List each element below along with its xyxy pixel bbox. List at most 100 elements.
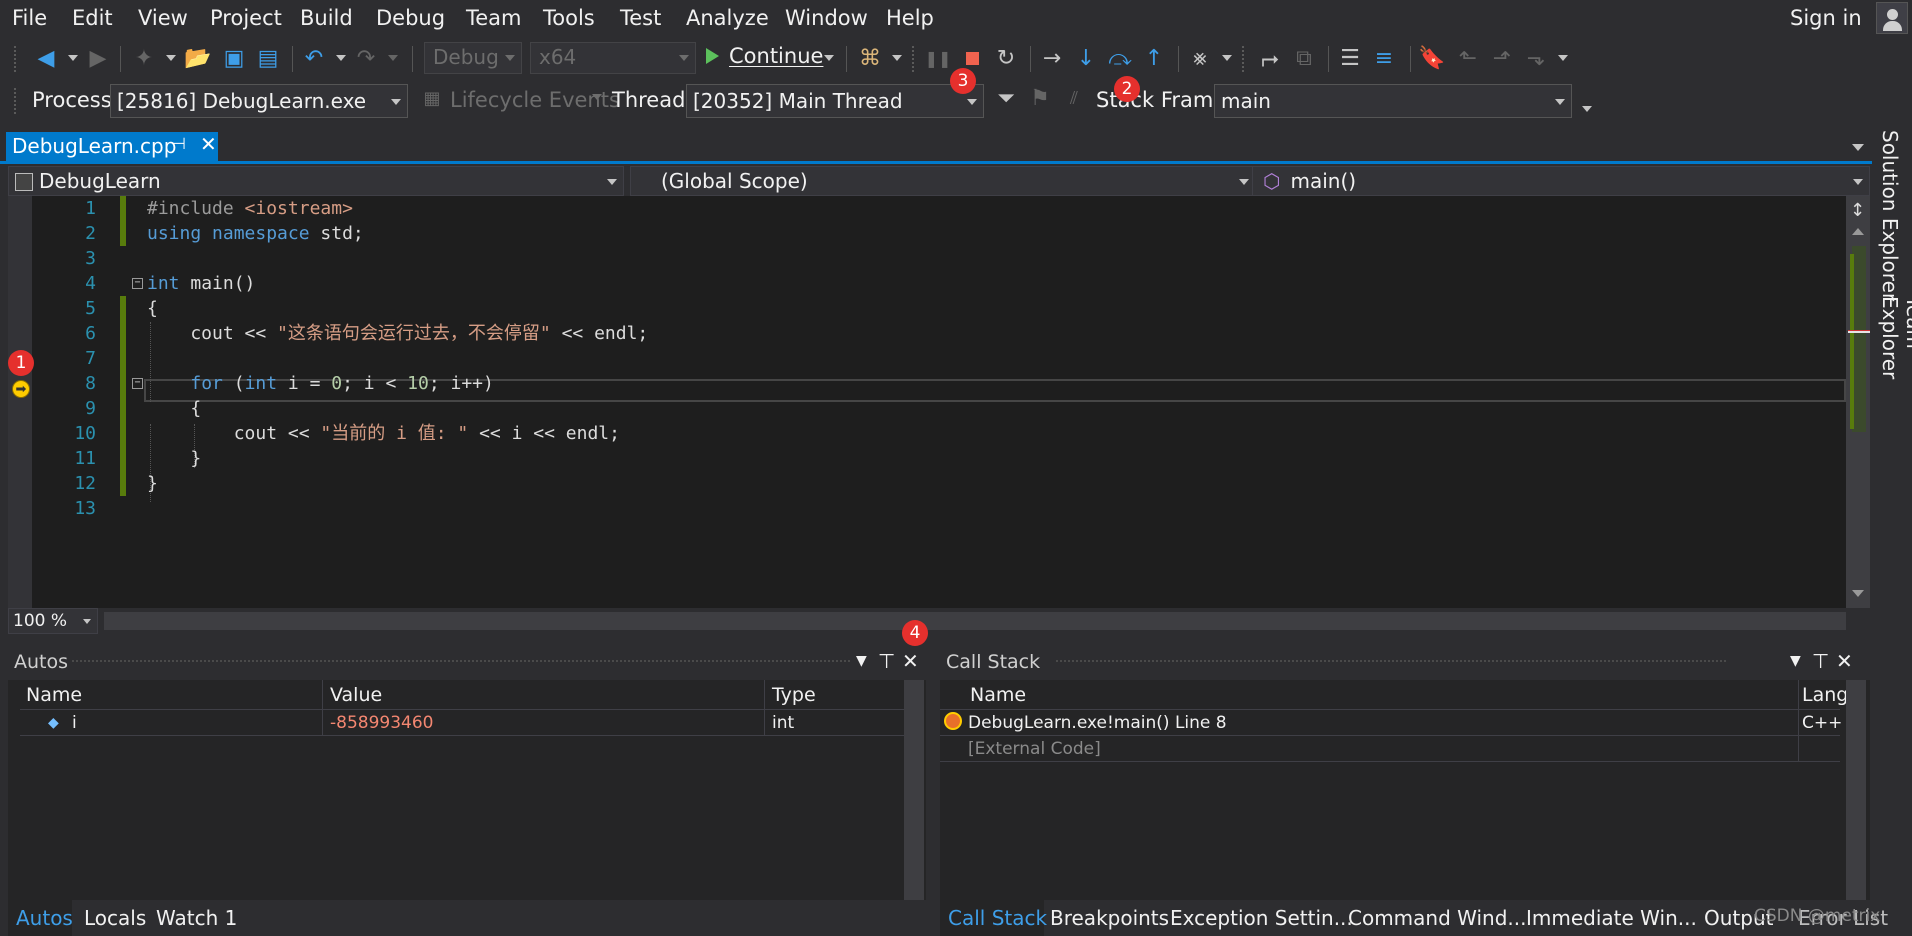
column-name[interactable]: Name (26, 684, 82, 706)
variable-value[interactable]: -858993460 (330, 713, 433, 733)
column-value[interactable]: Value (330, 684, 382, 706)
tab-breakpoints[interactable]: Breakpoints (1050, 906, 1169, 930)
editor-vertical-scrollbar[interactable]: ↕ (1846, 196, 1870, 608)
tab-solution-explorer[interactable]: Solution Explorer (1878, 130, 1902, 301)
auto-hide-pin-icon[interactable]: ⊤ (1812, 649, 1829, 673)
scroll-thumb[interactable] (1852, 246, 1866, 432)
new-dropdown-icon[interactable] (166, 55, 176, 61)
process-select[interactable]: [25816] DebugLearn.exe (110, 84, 408, 118)
column-separator[interactable] (1798, 680, 1799, 709)
autos-scrollbar[interactable] (904, 680, 924, 900)
new-project-icon[interactable]: ✦ (130, 44, 158, 72)
menu-test[interactable]: Test (620, 6, 661, 30)
flag-thread-icon[interactable]: ⚑ (1026, 84, 1054, 112)
clear-bookmarks-icon[interactable]: ⬎ (1522, 44, 1550, 72)
tab-command-window[interactable]: Command Wind... (1348, 906, 1527, 930)
toggle-flag-icon[interactable]: ⫽ (1060, 84, 1088, 112)
next-bookmark-icon[interactable]: ⬏ (1488, 44, 1516, 72)
close-tab-icon[interactable]: ✕ (200, 132, 217, 156)
split-window-icon[interactable]: ↕ (1850, 200, 1865, 221)
restart-icon[interactable]: ↻ (992, 44, 1020, 72)
tab-immediate-window[interactable]: Immediate Win... (1526, 906, 1697, 930)
member-select[interactable]: ⬡ main() (1252, 166, 1870, 196)
scroll-down-icon[interactable] (1852, 590, 1864, 597)
menu-help[interactable]: Help (886, 6, 934, 30)
tab-team-explorer[interactable]: Team Explorer (1878, 296, 1912, 430)
tab-locals[interactable]: Locals (84, 906, 146, 930)
tab-list-dropdown-icon[interactable] (1852, 144, 1864, 151)
show-threads-icon[interactable]: ⮣ (1256, 44, 1284, 72)
column-language[interactable]: Lang (1802, 684, 1848, 706)
menu-view[interactable]: View (138, 6, 188, 30)
navigate-back-icon[interactable]: ◀ (32, 44, 60, 72)
lifecycle-events-button[interactable]: Lifecycle Events (450, 88, 620, 112)
window-position-icon[interactable]: ▼ (856, 653, 867, 669)
stack-frame-select[interactable]: main (1214, 84, 1572, 118)
column-name[interactable]: Name (970, 684, 1026, 706)
tab-watch-1[interactable]: Watch 1 (156, 906, 237, 930)
autos-row[interactable]: ◆ i -858993460 int (20, 710, 908, 736)
menu-project[interactable]: Project (210, 6, 282, 30)
show-next-statement-icon[interactable]: → (1038, 44, 1066, 72)
window-position-icon[interactable]: ▼ (1790, 653, 1801, 669)
sign-in-link[interactable]: Sign in (1790, 6, 1862, 30)
editor-horizontal-scrollbar[interactable] (104, 612, 1846, 630)
toolbar-grip[interactable] (14, 46, 18, 72)
call-stack-row[interactable]: [External Code] (940, 736, 1840, 762)
find-dropdown-icon[interactable] (892, 55, 902, 61)
redo-dropdown-icon[interactable] (388, 55, 398, 61)
user-avatar-icon[interactable] (1876, 2, 1908, 34)
step-out-icon[interactable]: ↑ (1140, 44, 1168, 72)
close-call-stack-icon[interactable]: ✕ (1836, 649, 1853, 673)
menu-analyze[interactable]: Analyze (686, 6, 769, 30)
panel-drag-grip[interactable] (1056, 660, 1726, 665)
save-all-icon[interactable]: ▤ (254, 44, 282, 72)
menu-window[interactable]: Window (785, 6, 868, 30)
step-over-icon[interactable]: ⤼ (1106, 44, 1134, 72)
pin-tab-icon[interactable]: ⊣ (172, 134, 186, 153)
hex-dropdown-icon[interactable] (1222, 55, 1232, 61)
project-select[interactable]: DebugLearn (8, 166, 624, 196)
save-icon[interactable]: ▣ (220, 44, 248, 72)
bookmark-icon[interactable]: 🔖 (1418, 44, 1446, 72)
toolbar-overflow-icon[interactable] (1582, 106, 1592, 112)
toolbar-grip[interactable] (1242, 46, 1246, 72)
collapse-region-icon[interactable]: − (132, 278, 143, 289)
tab-autos[interactable]: Autos (16, 906, 73, 930)
code-editor[interactable]: ➡ 1 #include <iostream> 2 using namespac… (8, 196, 1870, 608)
navigate-forward-icon[interactable]: ▶ (84, 44, 112, 72)
thread-select[interactable]: [20352] Main Thread (686, 84, 984, 118)
solution-configuration-select[interactable]: Debug (424, 42, 522, 74)
toolbar-overflow-icon[interactable] (1558, 55, 1568, 61)
expand-parallel-icon[interactable]: ⧉ (1290, 44, 1318, 72)
solution-platform-select[interactable]: x64 (530, 42, 696, 74)
menu-team[interactable]: Team (466, 6, 522, 30)
continue-button[interactable]: Continue (706, 44, 823, 68)
auto-hide-pin-icon[interactable]: ⊤ (878, 649, 895, 673)
call-stack-row[interactable]: DebugLearn.exe!main() Line 8 C++ (940, 710, 1842, 736)
collapse-region-icon[interactable]: − (132, 378, 143, 389)
break-all-icon[interactable]: ❚❚ (924, 44, 952, 72)
outdent-icon[interactable]: ☰ (1336, 44, 1364, 72)
comment-icon[interactable]: ≡ (1370, 44, 1398, 72)
back-dropdown-icon[interactable] (68, 55, 78, 61)
menu-file[interactable]: File (12, 6, 47, 30)
menu-debug[interactable]: Debug (376, 6, 445, 30)
menu-build[interactable]: Build (300, 6, 353, 30)
tab-call-stack[interactable]: Call Stack (948, 906, 1047, 930)
undo-icon[interactable]: ↶ (300, 44, 328, 72)
find-in-files-icon[interactable]: ⌘ (856, 44, 884, 72)
menu-tools[interactable]: Tools (543, 6, 595, 30)
tab-debuglearn-cpp[interactable]: DebugLearn.cpp ⊣ ✕ (6, 132, 218, 162)
open-file-icon[interactable]: 📂 (184, 44, 212, 72)
toolbar-grip[interactable] (912, 46, 916, 72)
step-into-icon[interactable]: ↓ (1072, 44, 1100, 72)
toolbar-grip[interactable] (14, 88, 18, 114)
zoom-select[interactable]: 100 % (8, 608, 98, 634)
tab-exception-settings[interactable]: Exception Settin... (1170, 906, 1353, 930)
lifecycle-dropdown-icon[interactable] (592, 94, 602, 100)
menu-edit[interactable]: Edit (72, 6, 113, 30)
call-stack-scrollbar[interactable] (1846, 680, 1866, 900)
scope-select[interactable]: (Global Scope) (630, 166, 1256, 196)
close-autos-icon[interactable]: ✕ (902, 649, 919, 673)
